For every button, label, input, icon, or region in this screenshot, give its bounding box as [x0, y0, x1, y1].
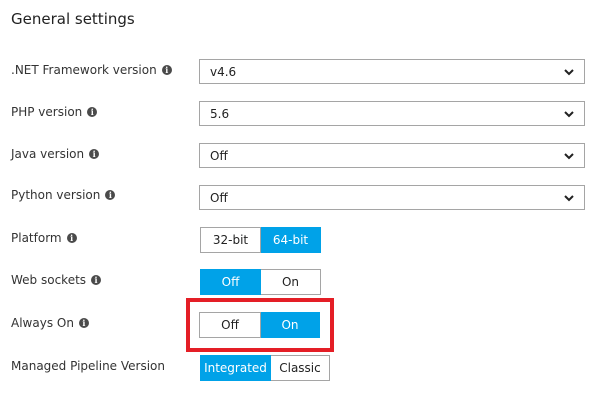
python-label: Python version i — [11, 188, 116, 202]
always-on-label: Always On i — [11, 316, 89, 330]
net-framework-label: .NET Framework version i — [11, 63, 172, 77]
net-framework-dropdown[interactable]: v4.6 — [199, 59, 585, 84]
web-sockets-option-off[interactable]: Off — [200, 269, 261, 295]
php-value: 5.6 — [210, 107, 230, 121]
web-sockets-label-text: Web sockets — [11, 273, 87, 287]
web-sockets-toggle: Off On — [200, 269, 321, 295]
chevron-down-icon — [564, 195, 574, 202]
python-label-text: Python version — [11, 188, 101, 202]
info-icon[interactable]: i — [89, 149, 100, 159]
info-icon[interactable]: i — [78, 318, 89, 328]
platform-label-text: Platform — [11, 231, 62, 245]
platform-toggle: 32-bit 64-bit — [200, 227, 321, 253]
highlight-box — [186, 298, 334, 352]
php-label-text: PHP version — [11, 105, 83, 119]
net-framework-label-text: .NET Framework version — [11, 63, 157, 77]
platform-label: Platform i — [11, 231, 77, 245]
java-value: Off — [210, 149, 228, 163]
chevron-down-icon — [564, 69, 574, 76]
always-on-label-text: Always On — [11, 316, 74, 330]
platform-option-32bit[interactable]: 32-bit — [200, 227, 261, 253]
info-icon[interactable]: i — [161, 65, 172, 75]
managed-pipeline-label: Managed Pipeline Version — [11, 359, 165, 373]
php-label: PHP version i — [11, 105, 98, 119]
web-sockets-option-on[interactable]: On — [261, 269, 321, 295]
php-dropdown[interactable]: 5.6 — [199, 101, 585, 126]
web-sockets-label: Web sockets i — [11, 273, 102, 287]
managed-pipeline-toggle: Integrated Classic — [200, 355, 330, 381]
java-dropdown[interactable]: Off — [199, 143, 585, 168]
chevron-down-icon — [564, 153, 574, 160]
platform-option-64bit[interactable]: 64-bit — [261, 227, 321, 253]
java-label: Java version i — [11, 147, 100, 161]
managed-pipeline-option-classic[interactable]: Classic — [271, 355, 330, 381]
java-label-text: Java version — [11, 147, 85, 161]
managed-pipeline-option-integrated[interactable]: Integrated — [200, 355, 271, 381]
info-icon[interactable]: i — [66, 233, 77, 243]
python-dropdown[interactable]: Off — [199, 185, 585, 210]
chevron-down-icon — [564, 111, 574, 118]
section-title: General settings — [11, 10, 135, 28]
net-framework-value: v4.6 — [210, 65, 237, 79]
python-value: Off — [210, 191, 228, 205]
info-icon[interactable]: i — [91, 275, 102, 285]
info-icon[interactable]: i — [105, 190, 116, 200]
managed-pipeline-label-text: Managed Pipeline Version — [11, 359, 166, 373]
info-icon[interactable]: i — [87, 107, 98, 117]
